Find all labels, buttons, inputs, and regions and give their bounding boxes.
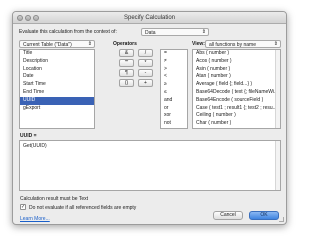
function-item[interactable]: Base64Decode ( text {; fileNameWi... bbox=[193, 89, 280, 97]
operator-list-item[interactable]: not bbox=[161, 120, 187, 128]
context-row: Evaluate this calculation from the conte… bbox=[19, 28, 281, 36]
operator-list-item[interactable]: ≠ bbox=[161, 58, 187, 66]
table-select-value: Current Table ("Data") bbox=[23, 42, 72, 48]
operator-list-item[interactable]: < bbox=[161, 73, 187, 81]
ok-button[interactable]: OK bbox=[249, 211, 279, 220]
operator-list-item[interactable]: and bbox=[161, 97, 187, 105]
context-value: Data bbox=[145, 30, 156, 36]
cancel-button[interactable]: Cancel bbox=[213, 211, 243, 220]
operator-button[interactable]: - bbox=[138, 69, 153, 77]
view-select[interactable]: all functions by name ⇕ bbox=[205, 40, 281, 48]
function-item[interactable]: Abs ( number ) bbox=[193, 50, 280, 58]
resize-handle[interactable] bbox=[279, 217, 284, 222]
field-item[interactable]: Title bbox=[20, 50, 94, 58]
formula-text[interactable]: Get(UUID) bbox=[23, 143, 47, 149]
operator-list-item[interactable]: or bbox=[161, 105, 187, 113]
do-not-evaluate-checkbox[interactable]: ✓ bbox=[20, 204, 26, 210]
function-item[interactable]: Case ( test1 ; result1 {; test2 ; resu..… bbox=[193, 105, 280, 113]
chevron-updown-icon: ⇕ bbox=[273, 41, 278, 47]
operator-button[interactable]: * bbox=[138, 59, 153, 67]
operator-list-item[interactable]: > bbox=[161, 66, 187, 74]
function-item[interactable]: Atan ( number ) bbox=[193, 73, 280, 81]
function-item[interactable]: Char ( number ) bbox=[193, 120, 280, 128]
operator-button[interactable]: "" bbox=[119, 59, 134, 67]
learn-more-link[interactable]: Learn More... bbox=[20, 216, 50, 222]
operator-list-item[interactable]: xor bbox=[161, 112, 187, 120]
operator-button[interactable]: ¶ bbox=[119, 69, 134, 77]
specify-calculation-dialog: Specify Calculation Evaluate this calcul… bbox=[12, 11, 287, 225]
function-item[interactable]: Average ( field {; field...} ) bbox=[193, 81, 280, 89]
view-label: View: bbox=[192, 41, 205, 47]
operators-label: Operators bbox=[113, 41, 137, 47]
field-item[interactable]: Date bbox=[20, 73, 94, 81]
operator-list-item[interactable]: ≤ bbox=[161, 89, 187, 97]
result-type-text: Calculation result must be Text bbox=[20, 196, 88, 202]
context-label: Evaluate this calculation from the conte… bbox=[19, 29, 117, 35]
window-title: Specify Calculation bbox=[123, 15, 176, 21]
function-item[interactable]: Acos ( number ) bbox=[193, 58, 280, 66]
function-item[interactable]: Base64Encode ( sourceField ) bbox=[193, 97, 280, 105]
field-list[interactable]: Title Description Location Date Start Ti… bbox=[19, 49, 95, 129]
function-item[interactable]: Asin ( number ) bbox=[193, 66, 280, 74]
do-not-evaluate-label[interactable]: Do not evaluate if all referenced fields… bbox=[29, 205, 136, 211]
operator-list-item[interactable]: ≥ bbox=[161, 81, 187, 89]
view-select-value: all functions by name bbox=[209, 42, 256, 48]
field-item[interactable]: End Time bbox=[20, 89, 94, 97]
operator-button[interactable]: / bbox=[138, 49, 153, 57]
field-item[interactable]: gExport bbox=[20, 105, 94, 113]
field-item[interactable]: Start Time bbox=[20, 81, 94, 89]
field-item[interactable]: Location bbox=[20, 66, 94, 74]
table-select[interactable]: Current Table ("Data") ⇕ bbox=[19, 40, 95, 48]
operator-button[interactable]: & bbox=[119, 49, 134, 57]
title-bar: Specify Calculation bbox=[13, 12, 286, 24]
context-select[interactable]: Data ⇕ bbox=[141, 28, 209, 36]
chevron-updown-icon: ⇕ bbox=[201, 29, 206, 35]
operator-button[interactable]: () bbox=[119, 79, 134, 87]
function-list[interactable]: Abs ( number ) Acos ( number ) Asin ( nu… bbox=[192, 49, 281, 129]
operator-list-item[interactable]: = bbox=[161, 50, 187, 58]
formula-scrollbar[interactable] bbox=[275, 141, 280, 190]
function-list-scrollbar[interactable] bbox=[275, 50, 280, 128]
function-item[interactable]: Ceiling ( number ) bbox=[193, 112, 280, 120]
chevron-updown-icon: ⇕ bbox=[87, 41, 92, 47]
operator-button[interactable]: + bbox=[138, 79, 153, 87]
operator-list[interactable]: = ≠ > < ≥ ≤ and or xor not bbox=[160, 49, 188, 129]
field-item[interactable]: Description bbox=[20, 58, 94, 66]
field-item-selected[interactable]: UUID bbox=[20, 96, 94, 105]
formula-label: UUID = bbox=[20, 133, 37, 139]
formula-editor[interactable]: Get(UUID) bbox=[19, 140, 281, 191]
